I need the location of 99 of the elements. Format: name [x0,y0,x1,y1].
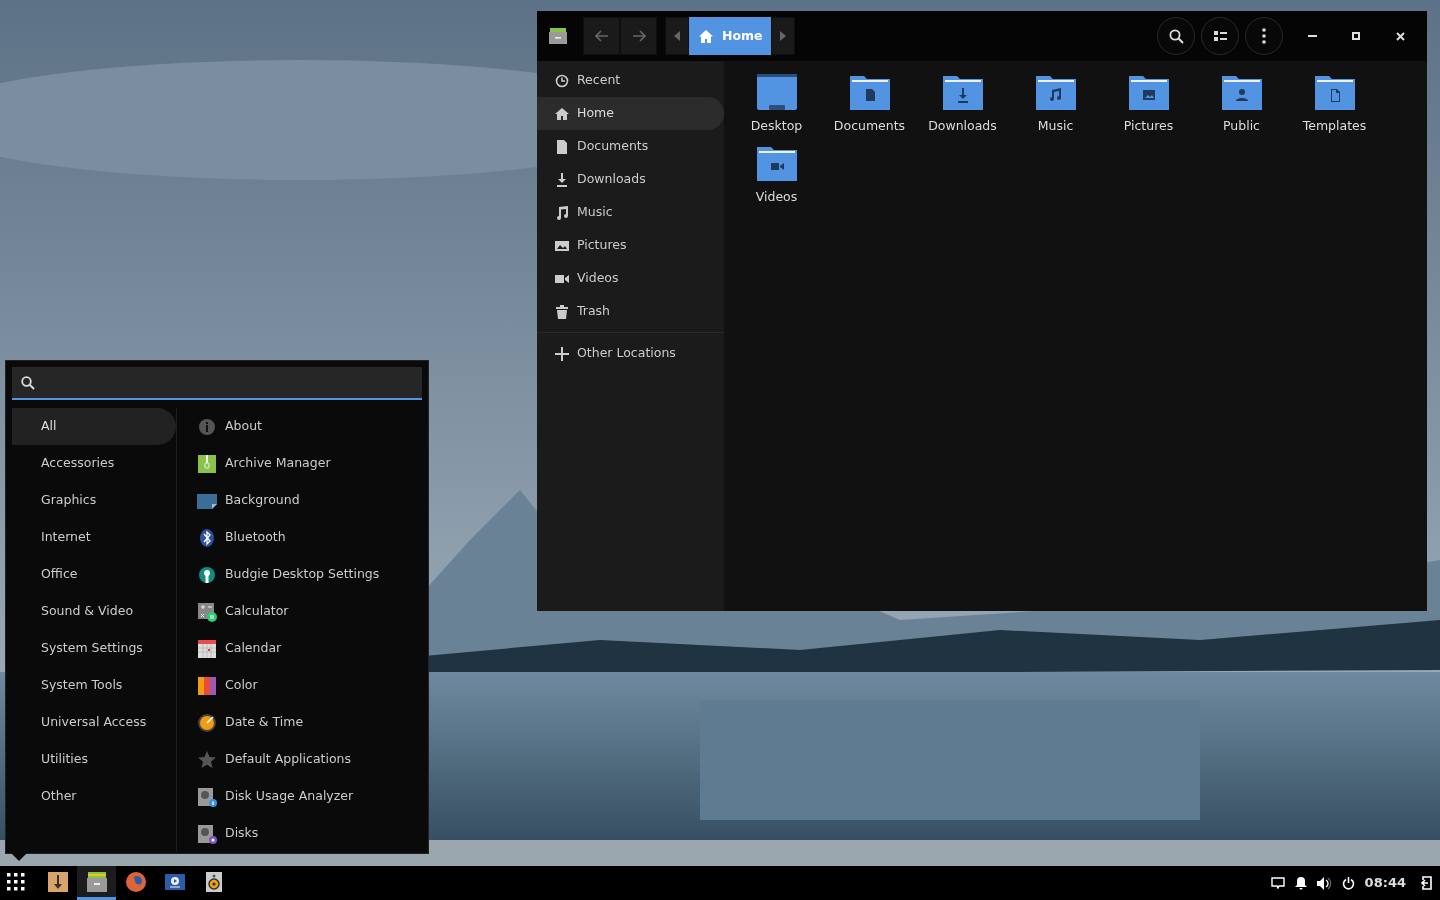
sidebar-item[interactable]: Other Locations [537,337,724,370]
logout-icon [1420,876,1432,890]
folder-label: Desktop [750,117,803,135]
clock-text: 08:44 [1364,874,1406,893]
file-cabinet-icon [86,871,107,892]
app-item[interactable]: Calculator [197,593,428,630]
forward-button[interactable] [620,17,657,55]
folder-label: Templates [1302,117,1367,135]
category-item[interactable]: Other [12,778,176,815]
app-item[interactable]: Date & Time [197,704,428,741]
star-icon [197,749,217,770]
speaker-icon [203,871,224,892]
taskbar-app[interactable] [77,866,116,900]
back-arrow-icon [594,30,609,42]
left-triangle-icon [674,31,680,41]
search-field[interactable] [12,367,422,400]
folder-label: Videos [755,187,798,206]
folder-item[interactable]: Pictures [1102,71,1195,136]
folder-label: Documents [833,117,906,135]
app-item[interactable]: Disks [197,815,428,852]
category-item[interactable]: Office [12,556,176,593]
category-item[interactable]: Universal Access [12,704,176,741]
category-item[interactable]: System Tools [12,667,176,704]
sidebar-item[interactable]: Pictures [537,229,724,262]
app-item[interactable]: About [197,408,428,445]
category-item[interactable]: Utilities [12,741,176,778]
category-item[interactable]: All [12,408,176,445]
bluetooth-icon [197,527,217,548]
list-view-icon [1213,31,1227,41]
app-item[interactable]: Bluetooth [197,519,428,556]
home-icon [699,29,713,43]
document-icon [555,139,569,154]
scroll-left-button[interactable] [665,17,689,55]
music-note-icon [555,205,569,220]
sidebar-item[interactable]: Trash [537,295,724,328]
plus-icon [555,346,569,361]
maximize-icon [1352,32,1360,40]
video-player-icon [164,871,185,892]
back-button[interactable] [583,17,620,55]
scroll-right-button[interactable] [770,17,795,55]
image-icon [555,238,569,253]
calendar-icon [197,638,217,659]
zip-archive-icon [197,453,217,474]
file-cabinet-icon [549,28,567,44]
clock-icon [555,73,569,88]
app-item[interactable]: Calendar [197,630,428,667]
menu-icon [1262,28,1266,44]
folder-item[interactable]: Downloads [916,71,1009,136]
category-item[interactable]: System Settings [12,630,176,667]
menu-button[interactable] [1245,17,1283,55]
folder-item[interactable]: Documents [823,71,916,136]
calculator-icon [197,601,217,622]
folder-label: Music [1037,117,1074,135]
download-box-icon [47,871,68,892]
app-item[interactable]: Default Applications [197,741,428,778]
folder-label: Downloads [928,117,997,135]
folder-label: Pictures [1123,117,1174,135]
category-item[interactable]: Graphics [12,482,176,519]
volume-icon [1316,876,1332,890]
sidebar-item[interactable]: Downloads [537,163,724,196]
download-icon [555,172,569,187]
search-icon [21,375,35,390]
search-button[interactable] [1157,17,1195,55]
right-triangle-icon [779,31,786,41]
sidebar-item[interactable]: Music [537,196,724,229]
sidebar-item[interactable]: Documents [537,130,724,163]
sidebar-item[interactable]: Home [537,97,724,130]
search-icon [1168,28,1184,44]
color-swatch-icon [197,675,217,696]
category-item[interactable]: Accessories [12,445,176,482]
sidebar-item[interactable]: Videos [537,262,724,295]
folder-label: Public [1223,117,1260,135]
trash-icon [555,304,569,319]
info-icon [197,416,217,437]
folder-item[interactable]: Public [1195,71,1288,136]
folder-item[interactable]: Desktop [730,71,823,136]
clock-icon [197,712,217,733]
forward-arrow-icon [631,30,646,42]
folder-item[interactable]: Music [1009,71,1102,136]
app-item[interactable]: Disk Usage Analyzer [197,778,428,815]
power-icon [1341,876,1355,890]
home-icon [555,106,569,121]
disk-gear-icon [197,823,217,844]
app-item[interactable]: Background [197,482,428,519]
minimize-icon [1307,35,1317,37]
app-item[interactable]: Color [197,667,428,704]
bell-icon [1294,876,1307,890]
close-icon [1395,31,1405,41]
disk-info-icon [197,786,217,807]
category-item[interactable]: Sound & Video [12,593,176,630]
app-grid-icon [7,872,25,891]
category-item[interactable]: Internet [12,519,176,556]
folder-item[interactable]: Templates [1288,71,1381,136]
sidebar-item[interactable]: Recent [537,64,724,97]
view-options-button[interactable] [1201,17,1239,55]
app-item[interactable]: Archive Manager [197,445,428,482]
folder-item[interactable]: Videos [730,141,823,207]
app-item[interactable]: Budgie Desktop Settings [197,556,428,593]
screen-icon [1270,877,1285,889]
